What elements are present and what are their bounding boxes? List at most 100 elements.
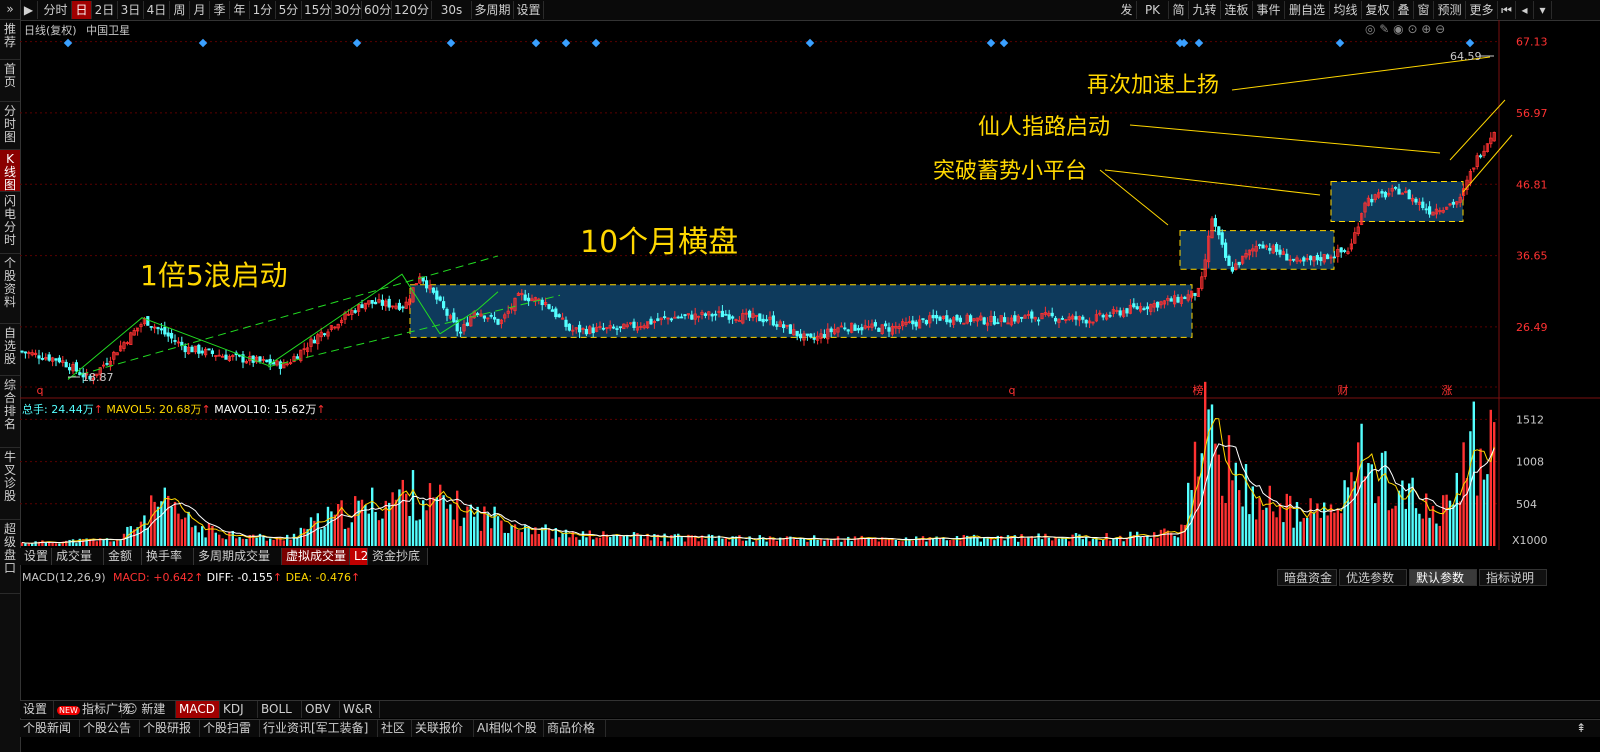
toolbar-item-8[interactable]: 年 [230,1,250,19]
volume-bar [840,541,843,546]
prev-page-icon[interactable]: ◂ [1516,1,1534,19]
news-item-7[interactable]: AI相似个股 [474,720,544,737]
indicator-item-7[interactable]: W&R [340,701,380,718]
sidebar-item-1[interactable]: 首页 [0,60,20,102]
candle-body [982,317,986,325]
indicator-item-6[interactable]: OBV [302,701,340,718]
event-diamond-6 [591,38,601,48]
toolbar-right-item-0[interactable]: 发 [1117,1,1137,19]
toolbar-item-16[interactable]: 多周期 [472,1,514,19]
toolbar-right-item-9[interactable]: 叠 [1394,1,1414,19]
volume-bar [1054,537,1057,546]
sidebar-item-9[interactable]: 超级盘口 [0,520,20,594]
news-item-3[interactable]: 个股扫雷 [200,720,260,737]
toolbar-item-3[interactable]: 3日 [118,1,144,19]
kline-chart[interactable]: 67.13 56.97 46.81 36.65 26.49 1倍5浪启动 10个月横盘 突破蓄… [20,20,1600,550]
toolbar-item-14[interactable]: 120分 [392,1,432,19]
toolbar-right-item-2[interactable]: 简 [1169,1,1189,19]
vol-tab-2[interactable]: 金额 [104,548,142,565]
first-page-icon[interactable]: ⏮ [1498,1,1516,19]
toolbar-item-1[interactable]: 日 [72,1,92,19]
dropdown-icon[interactable]: ▾ [1534,1,1552,19]
vol-tab-5[interactable]: 虚拟成交量 [282,548,350,565]
sidebar-item-8[interactable]: 牛叉诊股 [0,448,20,520]
vol-tab-1[interactable]: 成交量 [52,548,104,565]
indicator-item-4[interactable]: KDJ [220,701,258,718]
toolbar-item-12[interactable]: 30分 [332,1,362,19]
news-item-4[interactable]: 行业资讯[军工装备] [260,720,378,737]
sidebar-item-2[interactable]: 分时图 [0,102,20,150]
scroll-top-icon[interactable]: ⇞ [1576,721,1586,735]
chart-tool-icons[interactable]: ◎ ✎ ◉ ⊙ ⊕ ⊖ [1365,22,1445,36]
toolbar-right-item-11[interactable]: 预测 [1434,1,1466,19]
news-item-6[interactable]: 关联报价 [412,720,474,737]
vol-tab-4[interactable]: 多周期成交量 [194,548,282,565]
indicator-item-3[interactable]: MACD [176,701,220,718]
toolbar-item-6[interactable]: 月 [190,1,210,19]
toolbar-right-item-5[interactable]: 事件 [1253,1,1285,19]
toolbar-item-7[interactable]: 季 [210,1,230,19]
play-icon[interactable]: ▶ [20,1,38,19]
indicator-item-5[interactable]: BOLL [258,701,302,718]
news-item-1[interactable]: 个股公告 [80,720,140,737]
news-item-8[interactable]: 商品价格 [544,720,606,737]
toolbar-right-item-10[interactable]: 窗 [1414,1,1434,19]
toolbar-item-9[interactable]: 1分 [250,1,276,19]
candle-body [873,322,878,327]
news-item-0[interactable]: 个股新闻 [20,720,80,737]
toolbar-right-item-12[interactable]: 更多 [1466,1,1498,19]
toolbar-item-2[interactable]: 2日 [92,1,118,19]
vol-tab-0[interactable]: 设置 [20,548,52,565]
macd-tab-0[interactable]: 暗盘资金 [1277,569,1337,586]
toolbar-right-item-6[interactable]: 删自选 [1285,1,1330,19]
event-marker-q2: q [1009,384,1016,397]
indicator-item-1[interactable]: NEW 指标广场 [54,701,130,718]
toolbar-right-item-1[interactable]: PK [1137,1,1169,19]
macd-tab-3[interactable]: 指标说明 [1479,569,1547,586]
toolbar-right-item-4[interactable]: 连板 [1221,1,1253,19]
sidebar-item-7[interactable]: 综合排名 [0,376,20,448]
high-price-label: 64.59 [1450,50,1482,63]
candle-body [156,327,160,330]
toolbar-item-4[interactable]: 4日 [144,1,170,19]
toolbar-item-15[interactable]: 30s [432,1,472,19]
candle-body [146,316,150,326]
macd-tab-2[interactable]: 默认参数 [1409,569,1477,586]
sidebar-item-0[interactable]: 推荐 [0,20,20,60]
sidebar-item-5[interactable]: 个股资料 [0,254,20,324]
toolbar-item-13[interactable]: 60分 [362,1,392,19]
vol-tab-3[interactable]: 换手率 [142,548,194,565]
toolbar-item-0[interactable]: 分时 [40,1,72,19]
vol-tab-7[interactable]: 资金抄底 [368,548,428,565]
macd-tab-1[interactable]: 优选参数 [1339,569,1407,586]
volume-bar [432,497,435,546]
indicator-item-2[interactable]: ☺ 新建 [122,701,176,718]
toolbar-right-item-7[interactable]: 均线 [1330,1,1362,19]
volume-bar [765,541,768,546]
sidebar-item-3[interactable]: K线图 [0,150,20,192]
toolbar-item-17[interactable]: 设置 [514,1,544,19]
news-item-2[interactable]: 个股研报 [140,720,200,737]
vol-tab-6[interactable]: L2 [350,548,368,565]
candle-body [173,340,177,342]
volume-bar [197,532,200,546]
chart-period-label[interactable]: 日线(复权) [24,24,77,37]
volume-bar [544,524,547,546]
sidebar-item-4[interactable]: 闪电分时 [0,192,20,254]
volume-bar [979,541,982,546]
volume-bar [1187,482,1190,546]
toolbar-item-11[interactable]: 15分 [302,1,332,19]
volume-bar [626,535,629,546]
candle-body [353,310,357,313]
indicator-item-0[interactable]: 设置 [20,701,54,718]
volume-bar [1445,494,1448,546]
news-item-5[interactable]: 社区 [378,720,412,737]
volume-bar [408,515,411,546]
toolbar-right-item-3[interactable]: 九转 [1189,1,1221,19]
sidebar-expand-icon[interactable]: » [0,0,20,20]
toolbar-item-5[interactable]: 周 [170,1,190,19]
toolbar-right-item-8[interactable]: 复权 [1362,1,1394,19]
volume-bar [1374,503,1377,546]
sidebar-item-6[interactable]: 自选股 [0,324,20,376]
toolbar-item-10[interactable]: 5分 [276,1,302,19]
